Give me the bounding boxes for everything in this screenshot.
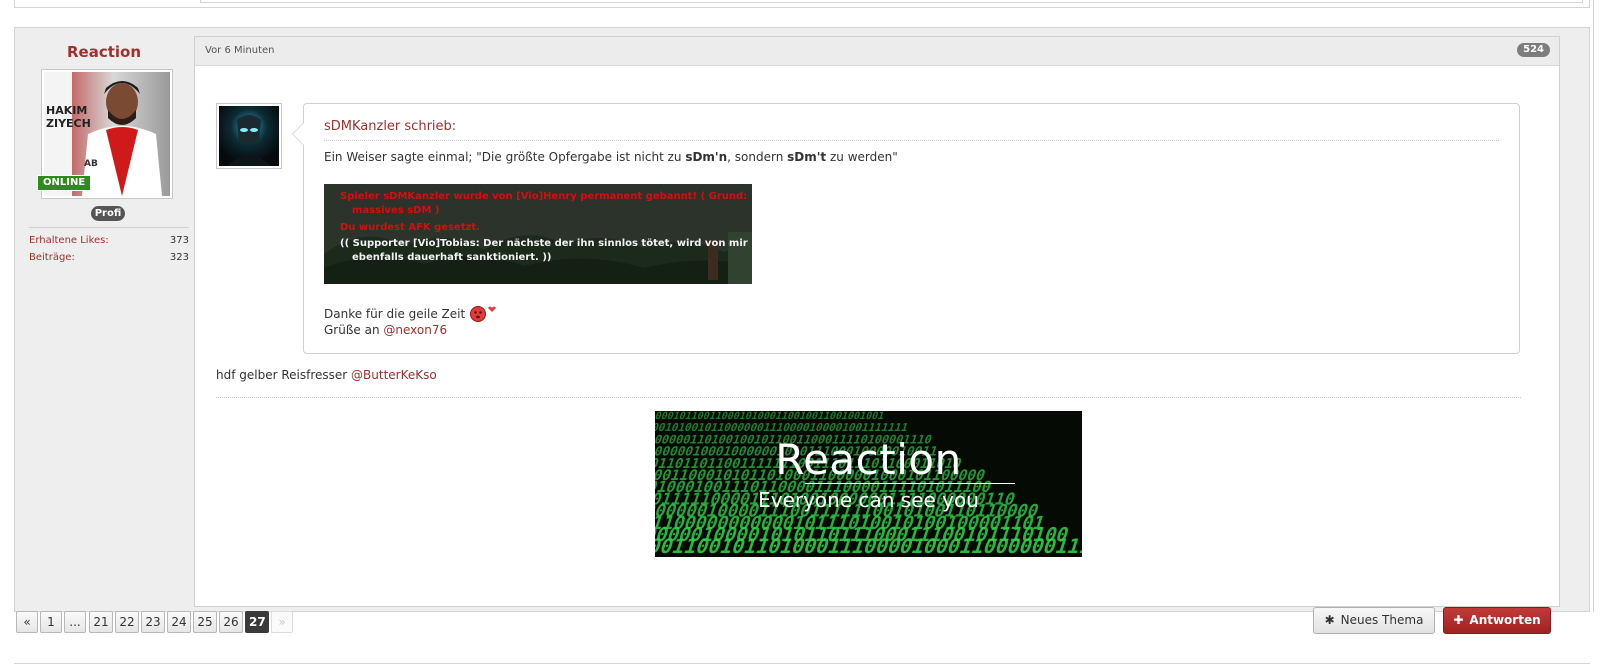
post-number-badge[interactable]: 524 bbox=[1517, 43, 1550, 57]
binary-row: 0010011001011010001110000100011000000111 bbox=[655, 535, 1082, 557]
stats-divider bbox=[29, 227, 189, 228]
signature-underline bbox=[805, 483, 1015, 484]
game-chat-line: Du wurdest AFK gesetzt. bbox=[340, 222, 480, 233]
signature-subtitle: Everyone can see you bbox=[758, 488, 979, 512]
forum-post: Reaction HAKIM ZIYECH AB Zigg ONLINE Pro… bbox=[14, 27, 1590, 612]
pagination-page-1[interactable]: 1 bbox=[40, 611, 62, 633]
signature-banner: 0100010110011000101000110010011001001001… bbox=[655, 411, 1082, 557]
reply-label: Antworten bbox=[1469, 613, 1541, 627]
pagination-page-26[interactable]: 26 bbox=[219, 611, 243, 633]
pagination-page-23[interactable]: 23 bbox=[141, 611, 165, 633]
author-username[interactable]: Reaction bbox=[15, 43, 193, 61]
signature-divider bbox=[216, 397, 1521, 398]
greeting-text: Grüße an bbox=[324, 323, 384, 337]
quote-block: sDMKanzler schrieb: Ein Weiser sagte ein… bbox=[292, 103, 1520, 354]
stat-likes-label[interactable]: Erhaltene Likes: bbox=[29, 235, 109, 246]
stat-likes-value: 373 bbox=[169, 235, 189, 246]
svg-text:ZIYECH: ZIYECH bbox=[46, 117, 91, 130]
kiss-emoji-icon bbox=[469, 306, 497, 322]
mention-link[interactable]: @nexon76 bbox=[383, 323, 447, 337]
binary-background: 0100010110011000101000110010011001001001… bbox=[655, 411, 1082, 557]
quote-pointer bbox=[292, 122, 304, 146]
post-body-text: hdf gelber Reisfresser @ButterKeKso bbox=[216, 368, 437, 382]
post-author-sidebar: Reaction HAKIM ZIYECH AB Zigg ONLINE Pro… bbox=[15, 28, 193, 611]
pagination-next-button[interactable]: » bbox=[271, 611, 293, 633]
stat-posts-label[interactable]: Beiträge: bbox=[29, 252, 75, 263]
game-chat-line: Spieler sDMKanzler wurde von [Vio]Henry … bbox=[340, 191, 748, 202]
pagination-page-24[interactable]: 24 bbox=[167, 611, 191, 633]
signature-title: Reaction bbox=[775, 435, 962, 484]
new-thread-button[interactable]: ✱ Neues Thema bbox=[1313, 607, 1435, 634]
quote-text-bold: sDm't bbox=[787, 150, 827, 164]
game-chat-line: (( Supporter [Vio]Tobias: Der nächste de… bbox=[340, 238, 748, 249]
user-rank-badge: Profi bbox=[91, 206, 125, 221]
quote-greeting: Grüße an @nexon76 bbox=[324, 323, 447, 337]
post-header: Vor 6 Minuten 524 bbox=[195, 37, 1559, 66]
svg-text:Zigg: Zigg bbox=[126, 177, 156, 191]
stat-posts: Beiträge: 323 bbox=[29, 252, 189, 263]
online-status-badge: ONLINE bbox=[37, 175, 92, 191]
pagination-page-21[interactable]: 21 bbox=[89, 611, 113, 633]
pagination-prev-button[interactable]: « bbox=[16, 611, 38, 633]
quote-author-avatar[interactable] bbox=[216, 103, 282, 169]
quote-avatar-image bbox=[219, 106, 279, 166]
pagination-page-22[interactable]: 22 bbox=[115, 611, 139, 633]
quote-text-part: zu werden" bbox=[826, 150, 898, 164]
quote-thanks-text: Danke für die geile Zeit bbox=[324, 304, 497, 322]
stat-posts-value: 323 bbox=[169, 252, 189, 263]
body-text: hdf gelber Reisfresser bbox=[216, 368, 352, 382]
mention-link[interactable]: @ButterKeKso bbox=[351, 368, 437, 382]
reply-button[interactable]: ✚ Antworten bbox=[1443, 607, 1551, 634]
page-edge-line bbox=[1593, 0, 1594, 612]
quote-screenshot-image[interactable]: Spieler sDMKanzler wurde von [Vio]Henry … bbox=[324, 184, 752, 284]
quote-divider bbox=[324, 140, 1499, 141]
post-timestamp[interactable]: Vor 6 Minuten bbox=[205, 45, 275, 56]
asterisk-icon: ✱ bbox=[1324, 613, 1335, 627]
quote-text-part: Ein Weiser sagte einmal; "Die größte Opf… bbox=[324, 150, 686, 164]
plus-icon: ✚ bbox=[1453, 613, 1464, 627]
new-thread-label: Neues Thema bbox=[1340, 613, 1424, 627]
thanks-text: Danke für die geile Zeit bbox=[324, 307, 466, 321]
post-content: Vor 6 Minuten 524 sDMKanzler schrieb: Ei… bbox=[194, 36, 1560, 607]
previous-post-edge bbox=[14, 0, 1590, 8]
previous-post-content-edge bbox=[200, 0, 1583, 3]
game-chat-line: ebenfalls dauerhaft sanktioniert. )) bbox=[352, 252, 552, 263]
quote-text-bold: sDm'n bbox=[685, 150, 728, 164]
stat-likes: Erhaltene Likes: 373 bbox=[29, 235, 189, 246]
quote-text-part: , sondern bbox=[727, 150, 788, 164]
quote-text: Ein Weiser sagte einmal; "Die größte Opf… bbox=[324, 150, 898, 164]
svg-text:HAKIM: HAKIM bbox=[46, 104, 87, 117]
pagination-page-27-current[interactable]: 27 bbox=[245, 611, 269, 633]
footer-divider bbox=[14, 663, 1590, 664]
pagination-ellipsis[interactable]: ... bbox=[64, 611, 86, 633]
quote-author-link[interactable]: sDMKanzler schrieb: bbox=[324, 119, 456, 134]
game-chat-line: massives sDM ) bbox=[352, 205, 440, 216]
binary-row: 0100010110011000101000110010011001001001 bbox=[655, 411, 886, 422]
svg-text:AB: AB bbox=[84, 159, 98, 169]
pagination-page-25[interactable]: 25 bbox=[193, 611, 217, 633]
